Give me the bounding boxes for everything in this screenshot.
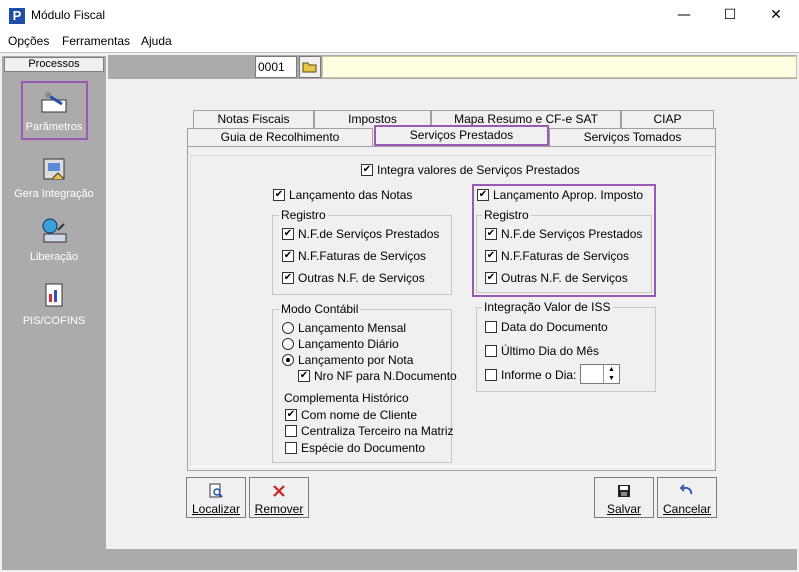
comp-label-3: Espécie do Documento xyxy=(301,441,426,455)
sidebar-item-label: Gera Integração xyxy=(14,188,94,200)
close-button[interactable]: ✕ xyxy=(753,0,799,31)
iss-label-1: Data do Documento xyxy=(501,320,608,334)
spin-down-icon[interactable]: ▼ xyxy=(603,374,619,383)
iss-label-3: Informe o Dia: xyxy=(501,368,577,382)
cancelar-label: Cancelar xyxy=(662,502,712,516)
comp-checkbox-2[interactable] xyxy=(285,425,297,437)
radio-por-nota-label: Lançamento por Nota xyxy=(298,353,414,367)
sidebar-header: Processos xyxy=(4,57,104,72)
remover-button[interactable]: Remover xyxy=(249,477,309,518)
complementa-title: Complementa Histórico xyxy=(284,391,409,405)
lanc-notas-checkbox[interactable]: ✔ xyxy=(273,189,285,201)
sidebar-item-liberacao[interactable]: Liberação xyxy=(4,212,104,272)
menu-ferramentas[interactable]: Ferramentas xyxy=(62,34,130,48)
integra-checkbox[interactable]: ✔ xyxy=(361,164,373,176)
sidebar-item-label: Liberação xyxy=(29,251,79,263)
integration-icon xyxy=(43,158,65,180)
tab-guia-recolhimento[interactable]: Guia de Recolhimento xyxy=(187,128,373,146)
radio-por-nota[interactable] xyxy=(282,354,294,366)
lanc-notas-label: Lançamento das Notas xyxy=(289,188,413,202)
salvar-button[interactable]: Salvar xyxy=(594,477,654,518)
reg-left-label-2: N.F.Faturas de Serviços xyxy=(298,249,427,263)
reg-right-checkbox-3[interactable]: ✔ xyxy=(485,272,497,284)
modo-contabil-title: Modo Contábil xyxy=(279,302,361,316)
sidebar-item-label: PIS/COFINS xyxy=(22,315,86,327)
tab-servicos-tomados[interactable]: Serviços Tomados xyxy=(549,128,716,146)
tab-notas-fiscais[interactable]: Notas Fiscais xyxy=(193,110,314,128)
reg-right-checkbox-2[interactable]: ✔ xyxy=(485,250,497,262)
iss-checkbox-3[interactable] xyxy=(485,369,497,381)
find-icon xyxy=(209,483,223,498)
reg-left-label-1: N.F.de Serviços Prestados xyxy=(298,227,440,241)
tab-servicos-prestados[interactable]: Serviços Prestados xyxy=(374,125,549,146)
localizar-button[interactable]: Localizar xyxy=(186,477,246,518)
salvar-label: Salvar xyxy=(606,502,641,516)
folder-icon xyxy=(302,62,317,73)
pis-cofins-icon xyxy=(45,283,63,307)
status-bar xyxy=(2,549,797,570)
sidebar-item-gera-integracao[interactable]: Gera Integração xyxy=(4,149,104,209)
spin-up-icon[interactable]: ▲ xyxy=(603,365,619,374)
status-field xyxy=(322,56,797,78)
undo-icon xyxy=(679,484,692,495)
reg-right-label-2: N.F.Faturas de Serviços xyxy=(501,249,630,263)
registro-right-title: Registro xyxy=(482,208,531,222)
comp-label-2: Centraliza Terceiro na Matriz xyxy=(301,424,454,438)
comp-checkbox-3[interactable] xyxy=(285,442,297,454)
comp-label-1: Com nome de Cliente xyxy=(301,408,418,422)
save-icon xyxy=(618,485,630,497)
radio-mensal[interactable] xyxy=(282,322,294,334)
code-input[interactable] xyxy=(255,56,297,78)
tab-ciap[interactable]: CIAP xyxy=(621,110,714,128)
remove-icon xyxy=(273,485,285,497)
cancelar-button[interactable]: Cancelar xyxy=(657,477,717,518)
iss-label-2: Último Dia do Mês xyxy=(501,344,600,358)
reg-left-checkbox-1[interactable]: ✔ xyxy=(282,228,294,240)
iss-checkbox-1[interactable] xyxy=(485,321,497,333)
localizar-label: Localizar xyxy=(191,502,241,516)
menu-opcoes[interactable]: Opções xyxy=(8,34,49,48)
lanc-aprop-label: Lançamento Aprop. Imposto xyxy=(493,188,644,202)
highlight-box xyxy=(21,81,88,140)
nro-nf-label: Nro NF para N.Documento xyxy=(314,369,457,383)
maximize-button[interactable]: ☐ xyxy=(707,0,753,31)
reg-left-checkbox-2[interactable]: ✔ xyxy=(282,250,294,262)
nro-nf-checkbox[interactable]: ✔ xyxy=(298,370,310,382)
reg-right-label-3: Outras N.F. de Serviços xyxy=(501,271,628,285)
lanc-aprop-checkbox[interactable]: ✔ xyxy=(477,189,489,201)
window-title: Módulo Fiscal xyxy=(31,8,106,22)
comp-checkbox-1[interactable]: ✔ xyxy=(285,409,297,421)
reg-right-label-1: N.F.de Serviços Prestados xyxy=(501,227,643,241)
iss-checkbox-2[interactable] xyxy=(485,345,497,357)
menu-ajuda[interactable]: Ajuda xyxy=(141,34,172,48)
integra-label: Integra valores de Serviços Prestados xyxy=(377,163,580,177)
radio-diario-label: Lançamento Diário xyxy=(298,337,399,351)
sidebar-item-pis-cofins[interactable]: PIS/COFINS xyxy=(4,276,104,336)
remover-label: Remover xyxy=(254,502,304,516)
open-folder-button[interactable] xyxy=(299,56,321,78)
minimize-button[interactable]: — xyxy=(661,0,707,31)
reg-right-checkbox-1[interactable]: ✔ xyxy=(485,228,497,240)
radio-diario[interactable] xyxy=(282,338,294,350)
iss-title: Integração Valor de ISS xyxy=(482,300,613,314)
reg-left-checkbox-3[interactable]: ✔ xyxy=(282,272,294,284)
registro-left-title: Registro xyxy=(279,208,328,222)
radio-mensal-label: Lançamento Mensal xyxy=(298,321,407,335)
release-icon xyxy=(42,218,67,243)
reg-left-label-3: Outras N.F. de Serviços xyxy=(298,271,425,285)
app-icon: P xyxy=(9,8,25,24)
